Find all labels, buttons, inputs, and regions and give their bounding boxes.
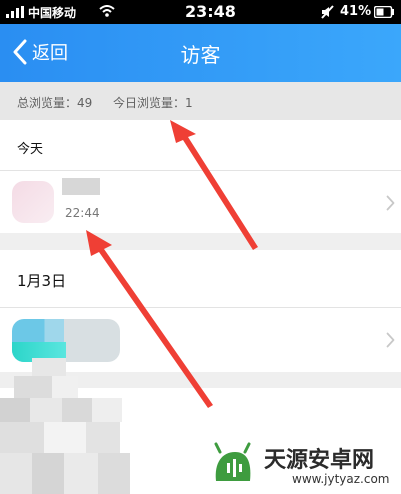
carrier-name: 中国移动	[28, 6, 77, 20]
chevron-right-icon	[386, 195, 395, 211]
pixelated-visitor-content	[0, 358, 130, 494]
page-title: 访客	[180, 43, 221, 67]
visitor-row-today[interactable]: 22:44	[0, 171, 401, 233]
section-divider	[0, 233, 401, 250]
signal-icon	[6, 6, 24, 18]
today-view-count: 今日浏览量：1	[113, 96, 193, 110]
battery-percentage: 41%	[340, 4, 372, 19]
view-stats-bar: 总浏览量：49 今日浏览量：1	[0, 82, 401, 120]
wifi-icon	[99, 5, 115, 17]
watermark: 天源安卓网 www.jytyaz.com	[208, 438, 398, 490]
visitor-avatar	[12, 181, 54, 223]
watermark-url: www.jytyaz.com	[292, 472, 390, 486]
clock-time: 23:48	[185, 2, 236, 21]
status-bar: 中国移动 23:48 41%	[0, 0, 401, 24]
android-logo-icon	[214, 442, 251, 481]
watermark-name: 天源安卓网	[264, 448, 375, 473]
section-header-today: 今天	[0, 120, 401, 171]
section-label-today: 今天	[17, 142, 44, 157]
blurred-visitor-name	[62, 178, 100, 195]
chevron-right-icon	[386, 332, 395, 348]
battery-icon	[374, 6, 394, 18]
visit-time: 22:44	[65, 206, 100, 220]
section-label-date: 1月3日	[17, 272, 67, 290]
total-view-count: 总浏览量：49	[17, 96, 93, 110]
navigation-bar: 返回 访客	[0, 24, 401, 82]
section-header-date: 1月3日	[0, 250, 401, 308]
mute-icon	[321, 5, 334, 19]
